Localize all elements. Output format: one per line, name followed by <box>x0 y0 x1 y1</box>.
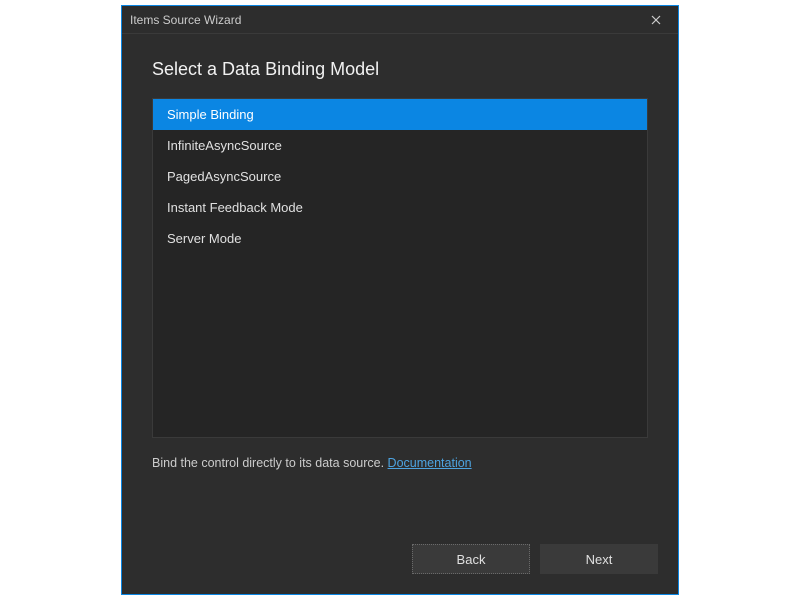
option-label: PagedAsyncSource <box>167 169 281 184</box>
description-text: Bind the control directly to its data so… <box>152 456 388 470</box>
option-label: Server Mode <box>167 231 241 246</box>
option-instant-feedback-mode[interactable]: Instant Feedback Mode <box>153 192 647 223</box>
option-label: Instant Feedback Mode <box>167 200 303 215</box>
titlebar: Items Source Wizard <box>122 6 678 34</box>
page-heading: Select a Data Binding Model <box>152 59 648 80</box>
documentation-link[interactable]: Documentation <box>388 456 472 470</box>
option-infinite-async-source[interactable]: InfiniteAsyncSource <box>153 130 647 161</box>
description: Bind the control directly to its data so… <box>152 456 648 470</box>
option-label: InfiniteAsyncSource <box>167 138 282 153</box>
window-title: Items Source Wizard <box>130 13 642 27</box>
option-server-mode[interactable]: Server Mode <box>153 223 647 254</box>
close-icon <box>651 15 661 25</box>
close-button[interactable] <box>642 10 670 30</box>
binding-model-list: Simple Binding InfiniteAsyncSource Paged… <box>152 98 648 438</box>
wizard-dialog: Items Source Wizard Select a Data Bindin… <box>121 5 679 595</box>
option-label: Simple Binding <box>167 107 254 122</box>
wizard-content: Select a Data Binding Model Simple Bindi… <box>122 34 678 526</box>
button-label: Back <box>457 552 486 567</box>
option-paged-async-source[interactable]: PagedAsyncSource <box>153 161 647 192</box>
next-button[interactable]: Next <box>540 544 658 574</box>
wizard-footer: Back Next <box>122 526 678 594</box>
button-label: Next <box>586 552 613 567</box>
option-simple-binding[interactable]: Simple Binding <box>153 99 647 130</box>
back-button[interactable]: Back <box>412 544 530 574</box>
